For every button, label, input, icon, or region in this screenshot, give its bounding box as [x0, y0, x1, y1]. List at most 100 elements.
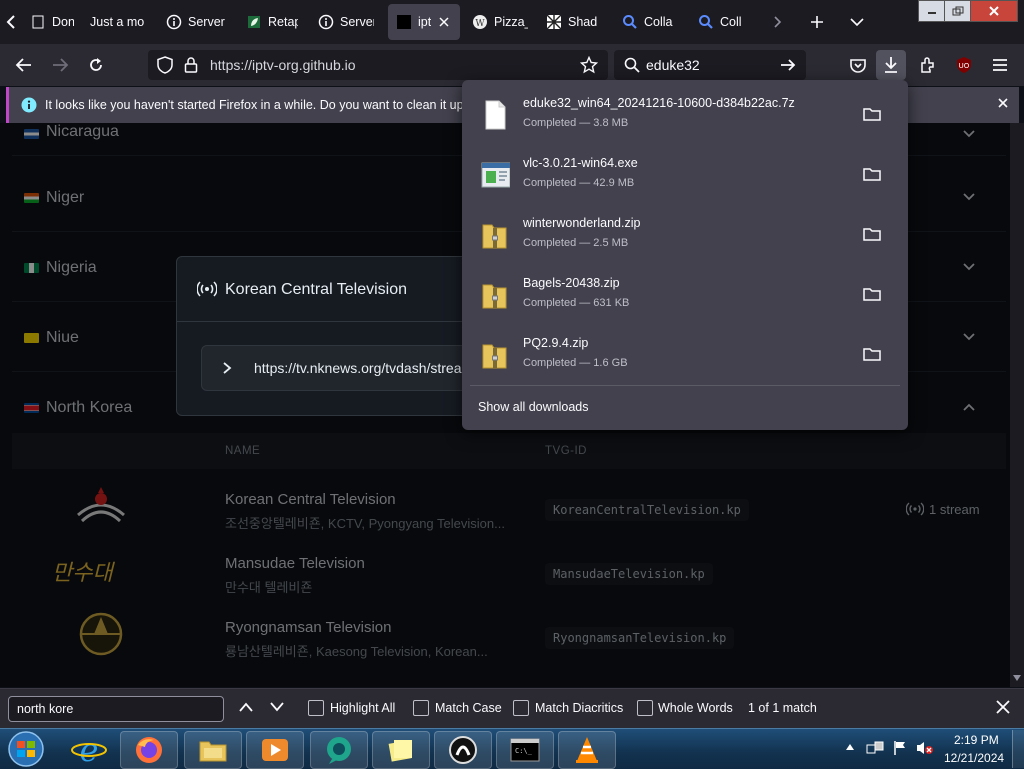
bookmark-star-icon[interactable] [580, 56, 598, 74]
download-item[interactable]: winterwonderland.zip Completed — 2.5 MB [470, 206, 900, 264]
taskbar-sticky-notes-button[interactable] [372, 731, 430, 769]
search-input[interactable]: eduke32 [646, 57, 700, 73]
download-item[interactable]: PQ2.9.4.zip Completed — 1.6 GB [470, 326, 900, 384]
tab-scroll-right-button[interactable] [774, 4, 788, 40]
app-menu-button[interactable] [988, 53, 1012, 77]
arrow-left-icon [15, 58, 31, 72]
lock-icon[interactable] [184, 56, 198, 74]
minimize-button[interactable] [918, 0, 946, 22]
tab-9[interactable]: Colla [622, 4, 678, 40]
match-diacritics-checkbox[interactable] [513, 700, 529, 716]
show-hidden-icons-icon[interactable] [846, 744, 854, 750]
stream-url[interactable]: https://tv.nknews.org/tvdash/strea [254, 360, 462, 376]
page-icon [30, 14, 46, 30]
match-case-label[interactable]: Match Case [435, 701, 502, 715]
info-circle-icon [166, 14, 182, 30]
show-all-downloads-button[interactable]: Show all downloads [478, 400, 589, 414]
tab-10[interactable]: Coll [698, 4, 754, 40]
download-filename: PQ2.9.4.zip [523, 336, 589, 350]
find-input[interactable]: north kore [8, 696, 224, 722]
close-window-button[interactable] [970, 0, 1018, 22]
close-tab-icon[interactable] [439, 17, 449, 27]
open-folder-icon[interactable] [862, 285, 882, 303]
chevron-right-icon [774, 16, 782, 28]
taskbar-firefox-button[interactable] [120, 731, 178, 769]
tab-7[interactable]: W Pizza_ [472, 4, 528, 40]
find-next-icon[interactable] [269, 701, 285, 713]
pattern-icon [546, 14, 562, 30]
pocket-icon [850, 59, 866, 73]
whole-words-label[interactable]: Whole Words [658, 701, 733, 715]
url-text[interactable]: https://iptv-org.github.io [210, 57, 356, 73]
new-tab-button[interactable] [810, 4, 826, 40]
modal-title: Korean Central Television [225, 281, 408, 298]
tab-label: Coll [720, 15, 742, 29]
black-square-icon [396, 14, 412, 30]
taskbar-vlc-button[interactable] [558, 731, 616, 769]
tab-active-iptv[interactable]: ipt [388, 4, 460, 40]
broadcast-icon [197, 281, 217, 297]
windows-start-button[interactable] [6, 730, 46, 768]
downloads-button[interactable] [876, 50, 906, 80]
forward-button[interactable] [48, 53, 72, 77]
tab-1[interactable]: Dona [30, 4, 74, 40]
list-all-tabs-button[interactable] [850, 4, 866, 40]
extensions-button[interactable] [916, 53, 940, 77]
internet-explorer-icon[interactable]: e [70, 732, 108, 766]
find-input-text[interactable]: north kore [17, 702, 73, 716]
download-item[interactable]: eduke32_win64_20241216-10600-d384b22ac.7… [470, 86, 900, 144]
file-icon [480, 99, 510, 131]
volume-muted-icon[interactable] [916, 740, 934, 756]
open-folder-icon[interactable] [862, 165, 882, 183]
highlight-all-checkbox[interactable] [308, 700, 324, 716]
close-find-bar-icon[interactable] [996, 700, 1010, 714]
url-bar[interactable]: https://iptv-org.github.io [148, 50, 608, 80]
taskbar-app2-button[interactable] [434, 731, 492, 769]
download-item[interactable]: vlc-3.0.21-win64.exe Completed — 42.9 MB [470, 146, 900, 204]
match-case-checkbox[interactable] [413, 700, 429, 716]
search-bar[interactable]: eduke32 [614, 50, 806, 80]
open-folder-icon[interactable] [862, 225, 882, 243]
pocket-button[interactable] [846, 53, 870, 77]
command-prompt-icon: C:\_ [510, 738, 540, 762]
svg-text:C:\_: C:\_ [515, 747, 533, 755]
tab-3[interactable]: Server [166, 4, 230, 40]
taskbar-cmd-button[interactable]: C:\_ [496, 731, 554, 769]
network-icon[interactable] [866, 740, 884, 756]
action-center-flag-icon[interactable] [892, 740, 908, 756]
tab-4[interactable]: Retap [246, 4, 298, 40]
tab-2[interactable]: Just a mo [90, 4, 150, 40]
taskbar-explorer-button[interactable] [184, 731, 242, 769]
tab-label: Pizza_ [494, 15, 528, 29]
close-notification-icon[interactable] [997, 97, 1009, 109]
match-diacritics-label[interactable]: Match Diacritics [535, 701, 623, 715]
tab-label: Just a mo [90, 15, 145, 29]
download-filename: winterwonderland.zip [523, 216, 641, 230]
search-go-arrow-icon[interactable] [780, 57, 796, 73]
back-button[interactable] [12, 53, 36, 77]
leaf-icon [246, 14, 262, 30]
chat-bubble-icon [327, 737, 351, 764]
download-icon [885, 57, 897, 73]
clock-date[interactable]: 12/21/2024 [944, 751, 1004, 765]
ublock-origin-button[interactable]: UO [952, 53, 976, 77]
shield-icon[interactable] [156, 56, 174, 74]
open-folder-icon[interactable] [862, 345, 882, 363]
taskbar-app-button[interactable] [310, 731, 368, 769]
show-desktop-button[interactable] [1012, 730, 1024, 768]
taskbar-media-player-button[interactable] [246, 731, 304, 769]
tab-8[interactable]: Shad [546, 4, 602, 40]
clock-time[interactable]: 2:19 PM [954, 733, 999, 747]
reload-button[interactable] [84, 53, 108, 77]
page-scrollbar[interactable] [1010, 123, 1024, 687]
tab-5[interactable]: Server [318, 4, 374, 40]
chevron-right-icon[interactable] [222, 361, 232, 375]
whole-words-checkbox[interactable] [637, 700, 653, 716]
highlight-all-label[interactable]: Highlight All [330, 701, 395, 715]
tab-label: Server [340, 15, 374, 29]
download-item[interactable]: Bagels-20438.zip Completed — 631 KB [470, 266, 900, 324]
tab-list-scroll-left-button[interactable] [6, 4, 24, 40]
open-folder-icon[interactable] [862, 105, 882, 123]
restore-button[interactable] [944, 0, 972, 22]
find-previous-icon[interactable] [238, 701, 254, 713]
